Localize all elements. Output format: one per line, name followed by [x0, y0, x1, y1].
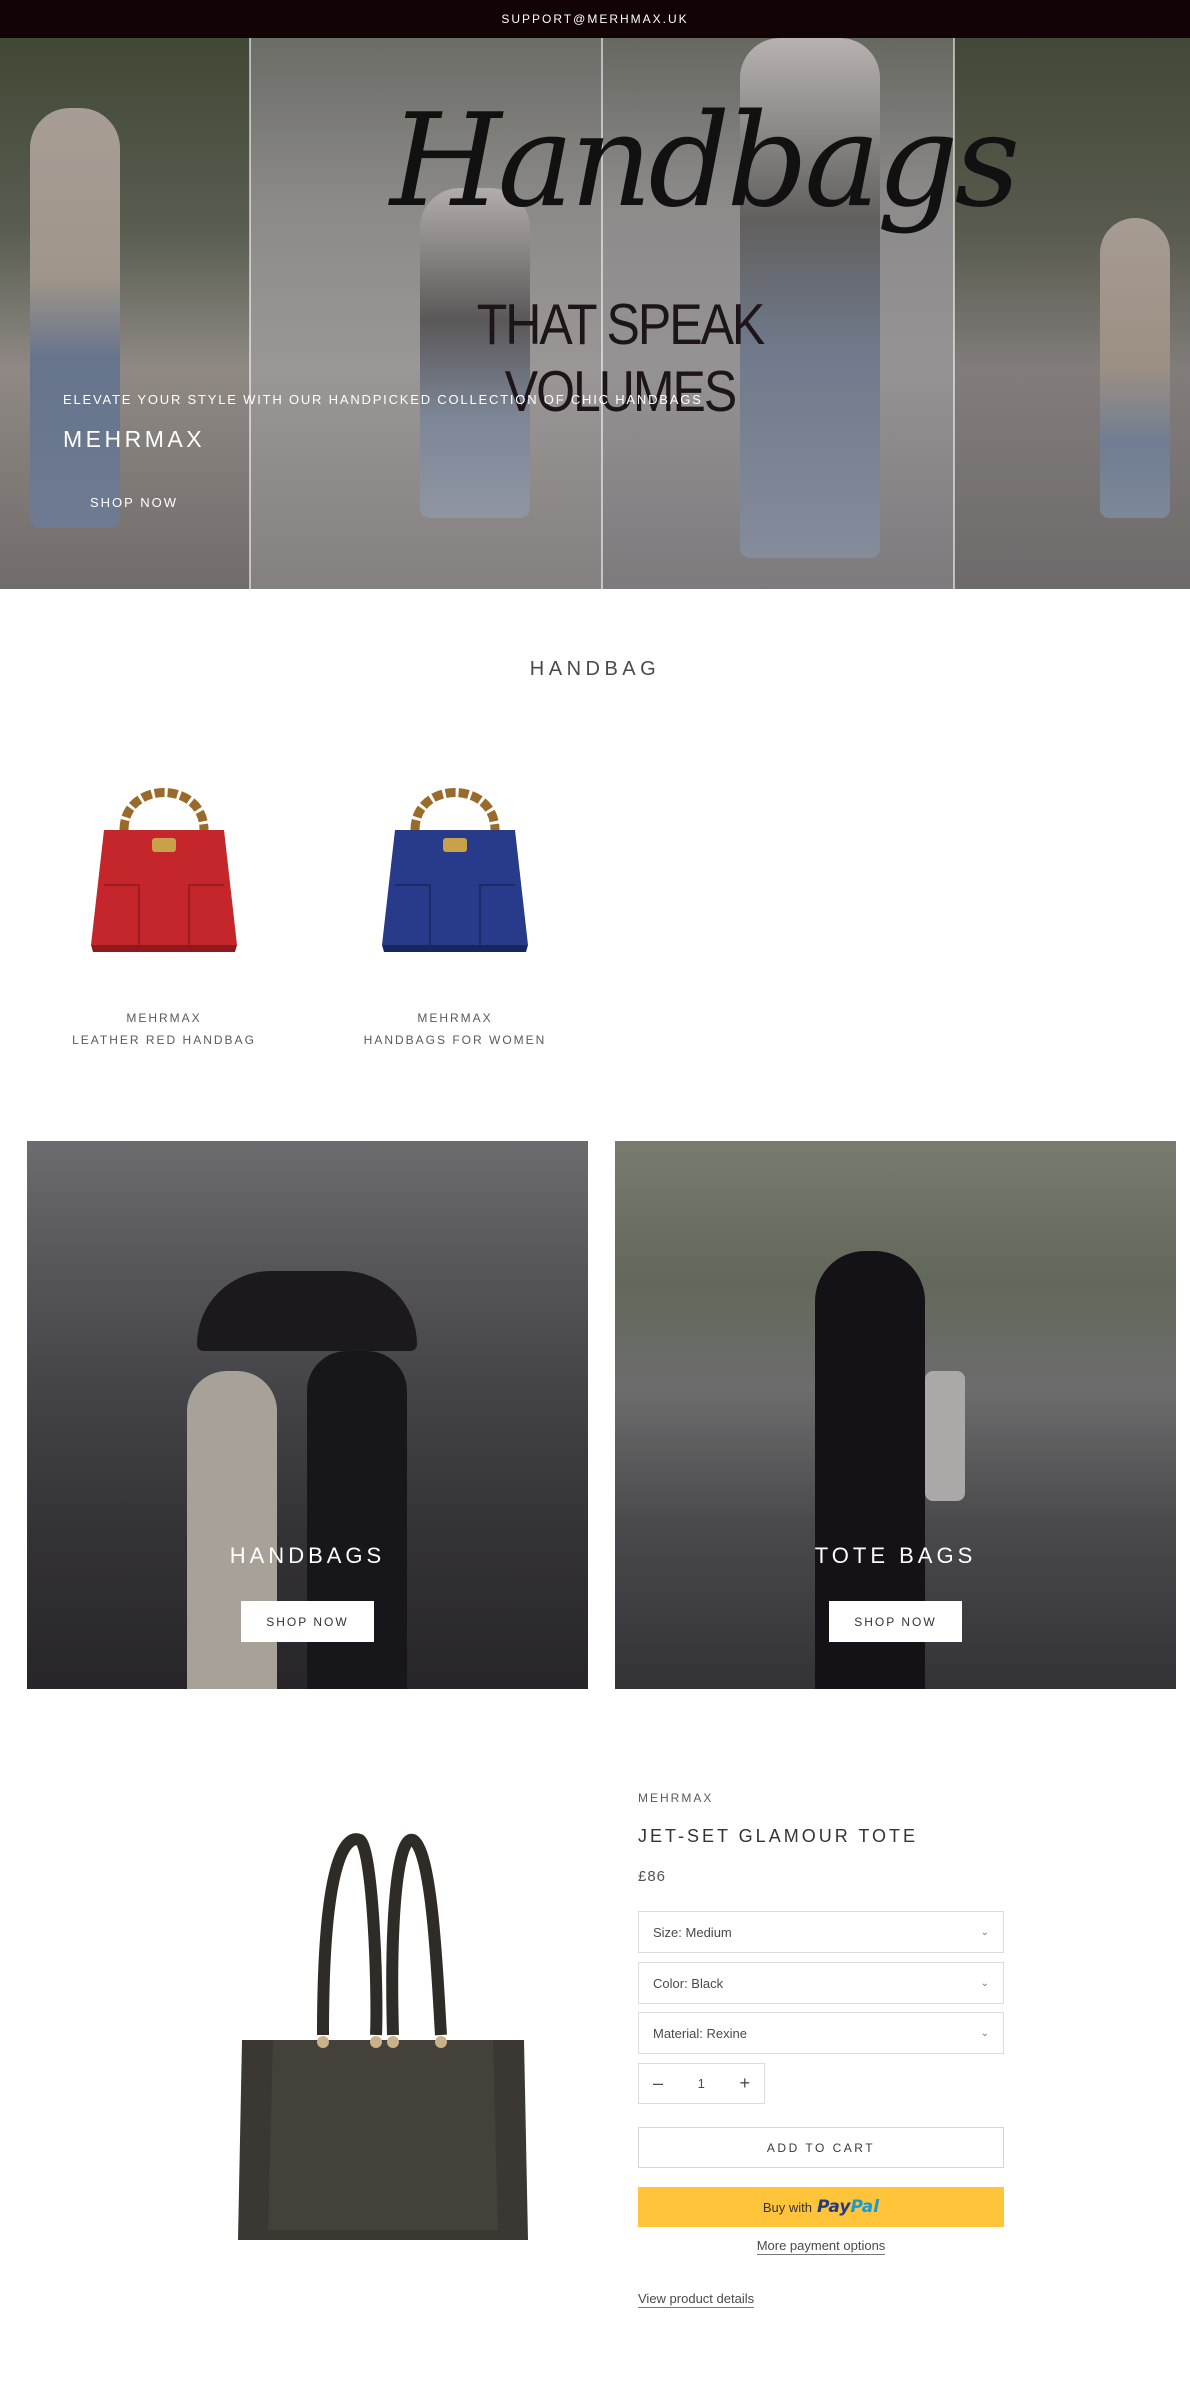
color-select-label: Color: Black	[653, 1975, 724, 1991]
more-payment-options-link[interactable]: More payment options	[756, 2238, 886, 2255]
announcement-text[interactable]: SUPPORT@MERHMAX.UK	[501, 12, 688, 26]
product-image-blue-handbag[interactable]	[325, 735, 585, 985]
product-name[interactable]: LEATHER RED HANDBAG	[34, 1033, 294, 1047]
black-tote-illustration	[238, 1833, 528, 2240]
color-select[interactable]: Color: Black ⌄	[638, 1962, 1004, 2004]
hero-brand: MEHRMAX	[63, 426, 206, 452]
featured-product-title: JET-SET GLAMOUR TOTE	[638, 1826, 919, 1846]
collection-tile-tote-bags[interactable]: TOTE BAGS SHOP NOW	[615, 1141, 1176, 1689]
paypal-button[interactable]: Buy with Pay Pal	[638, 2187, 1004, 2227]
minus-icon[interactable]: –	[653, 2073, 663, 2094]
hero-shop-now-link[interactable]: SHOP NOW	[90, 495, 178, 510]
featured-vendor: MEHRMAX	[638, 1791, 714, 1805]
tile-title: TOTE BAGS	[814, 1543, 977, 1568]
chevron-down-icon: ⌄	[980, 1926, 989, 1938]
quantity-stepper: – 1 +	[638, 2063, 765, 2104]
hero-script-title: Handbags	[390, 87, 1020, 236]
more-payment-options: More payment options	[638, 2238, 1004, 2255]
paypal-logo-pay: Pay	[817, 2197, 851, 2217]
featured-product-image[interactable]	[228, 1830, 538, 2250]
product-vendor: MEHRMAX	[126, 1011, 202, 1025]
size-select-label: Size: Medium	[653, 1924, 732, 1940]
plus-icon[interactable]: +	[739, 2073, 750, 2094]
paypal-logo-pal: Pal	[850, 2197, 880, 2217]
chevron-down-icon: ⌄	[980, 1977, 989, 1989]
product-vendor: MEHRMAX	[417, 1011, 493, 1025]
blue-handbag-illustration	[382, 788, 528, 952]
tile-title: HANDBAGS	[229, 1543, 386, 1568]
add-to-cart-button[interactable]: ADD TO CART	[638, 2127, 1004, 2168]
view-details: View product details	[638, 2291, 755, 2308]
hero-divider	[249, 38, 251, 589]
collection-tile-handbags[interactable]: HANDBAGS SHOP NOW	[27, 1141, 588, 1689]
announcement-bar: SUPPORT@MERHMAX.UK	[0, 0, 1190, 38]
tile-shop-now-button[interactable]: SHOP NOW	[829, 1601, 962, 1642]
hero-tagline: ELEVATE YOUR STYLE WITH OUR HANDPICKED C…	[63, 392, 703, 407]
red-handbag-illustration	[91, 788, 237, 952]
product-name[interactable]: HANDBAGS FOR WOMEN	[325, 1033, 585, 1047]
featured-price: £86	[638, 1868, 667, 1885]
collection-title[interactable]: HANDBAG	[0, 658, 1190, 681]
material-select-label: Material: Rexine	[653, 2025, 747, 2041]
tile-shop-now-button[interactable]: SHOP NOW	[241, 1601, 374, 1642]
paypal-prefix: Buy with	[762, 2199, 813, 2215]
hero-banner: Handbags THAT SPEAK VOLUMES ELEVATE YOUR…	[0, 38, 1190, 589]
size-select[interactable]: Size: Medium ⌄	[638, 1911, 1004, 1953]
view-product-details-link[interactable]: View product details	[638, 2291, 755, 2308]
material-select[interactable]: Material: Rexine ⌄	[638, 2012, 1004, 2054]
chevron-down-icon: ⌄	[980, 2027, 989, 2039]
product-image-red-handbag[interactable]	[34, 735, 294, 985]
product-card[interactable]: MEHRMAX LEATHER RED HANDBAG	[34, 735, 294, 1047]
quantity-value[interactable]: 1	[698, 2076, 705, 2091]
product-card[interactable]: MEHRMAX HANDBAGS FOR WOMEN	[325, 735, 585, 1047]
